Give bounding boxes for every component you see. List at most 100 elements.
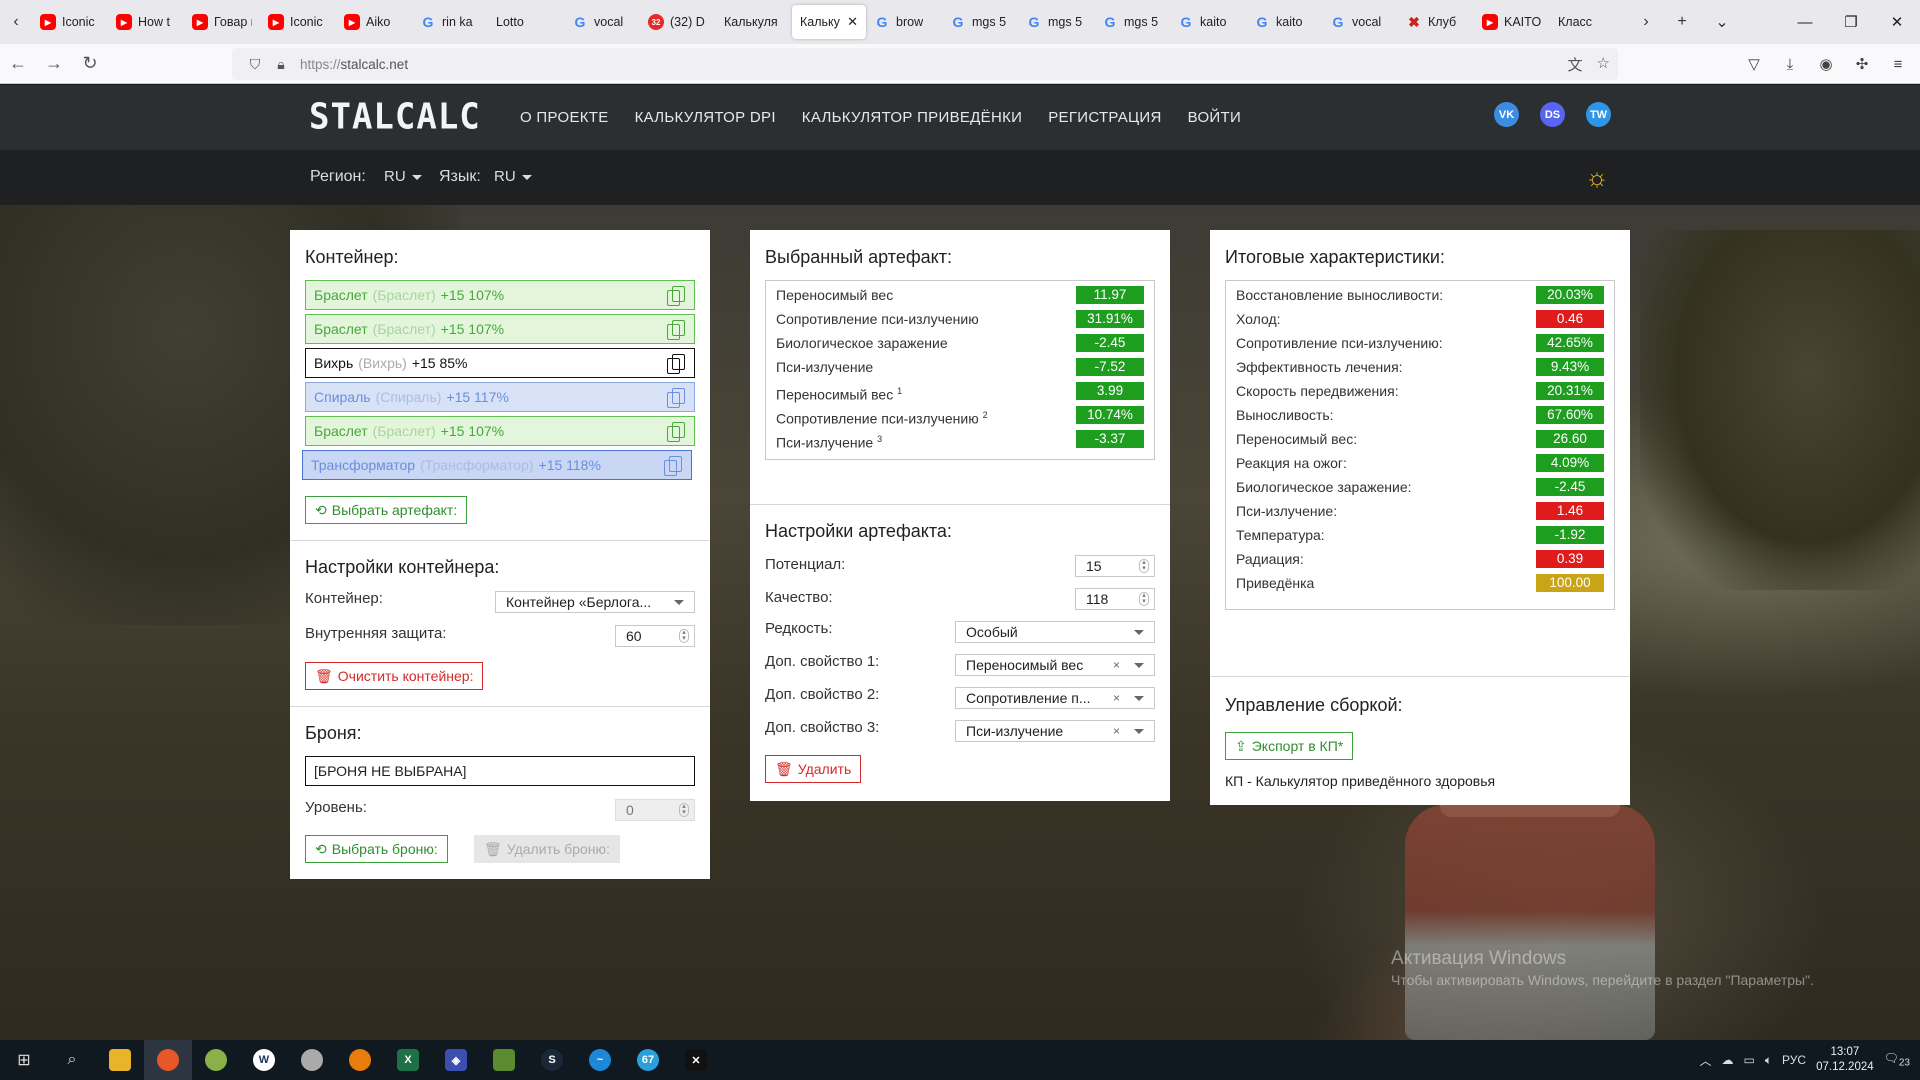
- browser-tab[interactable]: Gkaito: [1170, 5, 1246, 39]
- network-icon[interactable]: ▭: [1744, 1053, 1755, 1067]
- region-select[interactable]: RU: [384, 168, 422, 185]
- game-app-icon[interactable]: [192, 1040, 240, 1080]
- browser-tab[interactable]: Gmgs 5: [942, 5, 1018, 39]
- browser-tab[interactable]: Gmgs 5: [1094, 5, 1170, 39]
- discord-icon[interactable]: DS: [1540, 102, 1565, 127]
- browser-tab[interactable]: 32 (32) D: [640, 5, 716, 39]
- rarity-select[interactable]: Особый: [955, 621, 1155, 643]
- dolphin-icon[interactable]: ~: [576, 1040, 624, 1080]
- blender-icon[interactable]: [336, 1040, 384, 1080]
- vk-icon[interactable]: VK: [1494, 102, 1519, 127]
- volume-icon[interactable]: 🔈︎: [1765, 1053, 1772, 1068]
- copy-icon[interactable]: [667, 354, 685, 374]
- capcut-icon[interactable]: ✕: [672, 1040, 720, 1080]
- restore-icon[interactable]: ❐: [1828, 0, 1874, 44]
- forward-icon[interactable]: →: [36, 46, 72, 82]
- shield-icon[interactable]: ⛉: [242, 56, 268, 73]
- potential-input[interactable]: 15 ▴ ▾: [1075, 555, 1155, 577]
- browser-tab[interactable]: ▶ KAITO: [1474, 5, 1550, 39]
- excel-icon[interactable]: X: [384, 1040, 432, 1080]
- browser-tab[interactable]: Калькуля: [716, 5, 792, 39]
- copy-icon[interactable]: [667, 422, 685, 442]
- browser-tab[interactable]: Gkaito: [1246, 5, 1322, 39]
- downloads-icon[interactable]: ⤓: [1776, 56, 1804, 73]
- browser-tab[interactable]: Gvocal: [1322, 5, 1398, 39]
- inner-protection-input[interactable]: 60 ▴ ▾: [615, 625, 695, 647]
- notifications-icon[interactable]: 🗨︎23: [1884, 1051, 1910, 1068]
- clear-x-icon[interactable]: ×: [1113, 688, 1120, 708]
- nav-about[interactable]: О ПРОЕКТЕ: [520, 109, 609, 126]
- choose-artifact-button[interactable]: ⟲ Выбрать артефакт:: [305, 496, 468, 524]
- browser-tab[interactable]: ▶ Говар воспр: [184, 5, 260, 39]
- browser-tab[interactable]: ▶ Iconic: [260, 5, 336, 39]
- tray-chevron-icon[interactable]: ︿: [1699, 1052, 1711, 1069]
- theme-toggle-sun-icon[interactable]: ☼: [1583, 163, 1611, 191]
- w-app-icon[interactable]: W: [240, 1040, 288, 1080]
- browser-tab[interactable]: Gvocal: [564, 5, 640, 39]
- browser-tab[interactable]: Кальку ✕: [792, 5, 866, 39]
- artifact-slot[interactable]: Браслет (Браслет) +15 107%: [305, 416, 695, 446]
- copy-icon[interactable]: [667, 286, 685, 306]
- new-tab-icon[interactable]: +: [1666, 0, 1698, 44]
- browser-tab[interactable]: Класс: [1550, 5, 1626, 39]
- copy-icon[interactable]: [667, 320, 685, 340]
- pocket-icon[interactable]: ▽: [1740, 55, 1768, 73]
- minecraft-icon[interactable]: [480, 1040, 528, 1080]
- clear-x-icon[interactable]: ×: [1113, 655, 1120, 675]
- close-window-icon[interactable]: ✕: [1874, 0, 1920, 44]
- artifact-slot[interactable]: Браслет (Браслет) +15 107%: [305, 314, 695, 344]
- close-tab-icon[interactable]: ✕: [847, 14, 858, 30]
- browser-tab[interactable]: ▶ How t: [108, 5, 184, 39]
- clear-x-icon[interactable]: ×: [1113, 721, 1120, 741]
- export-button[interactable]: ⇪ Экспорт в КП*: [1225, 732, 1354, 760]
- clock[interactable]: 13:07 07.12.2024: [1816, 1045, 1874, 1075]
- firefox-icon[interactable]: [144, 1040, 192, 1080]
- copy-icon[interactable]: [664, 456, 682, 476]
- browser-tab[interactable]: ✖ Клуб: [1398, 5, 1474, 39]
- onedrive-icon[interactable]: ☁: [1722, 1053, 1734, 1067]
- reload-icon[interactable]: ↻: [72, 46, 108, 82]
- level-input[interactable]: 0 ▴ ▾: [615, 799, 695, 821]
- tab-scroll-right-icon[interactable]: ›: [1630, 0, 1662, 44]
- browser-tab[interactable]: Gmgs 5: [1018, 5, 1094, 39]
- extra1-select[interactable]: Переносимый вес ×: [955, 654, 1155, 676]
- copy-icon[interactable]: [667, 388, 685, 408]
- extra2-select[interactable]: Сопротивление п... ×: [955, 687, 1155, 709]
- url-bar[interactable]: ⛉ 🔒︎ https://stalcalc.net 文 ☆: [232, 48, 1618, 80]
- delete-armor-button[interactable]: 🗑︎ Удалить броню:: [474, 835, 620, 863]
- choose-armor-button[interactable]: ⟲ Выбрать броню:: [305, 835, 448, 863]
- browser-tab[interactable]: Lotto: [488, 5, 564, 39]
- browser-tab[interactable]: Grin ka: [412, 5, 488, 39]
- tab-scroll-left-icon[interactable]: ‹: [0, 0, 32, 44]
- translate-icon[interactable]: 文: [1568, 54, 1583, 75]
- delete-artifact-button[interactable]: 🗑︎ Удалить: [765, 755, 862, 783]
- telegram-icon[interactable]: 67: [624, 1040, 672, 1080]
- bookmark-star-icon[interactable]: ☆: [1597, 54, 1610, 75]
- container-type-select[interactable]: Контейнер «Берлога...: [495, 591, 695, 613]
- extra3-select[interactable]: Пси-излучение ×: [955, 720, 1155, 742]
- app-icon[interactable]: [288, 1040, 336, 1080]
- menu-icon[interactable]: ≡: [1884, 56, 1912, 73]
- steam-icon[interactable]: S: [528, 1040, 576, 1080]
- input-language[interactable]: РУС: [1782, 1053, 1806, 1067]
- clear-container-button[interactable]: 🗑︎ Очистить контейнер:: [305, 662, 484, 690]
- twitter-icon[interactable]: TW: [1586, 102, 1611, 127]
- quality-input[interactable]: 118 ▴ ▾: [1075, 588, 1155, 610]
- nav-dpi-calculator[interactable]: КАЛЬКУЛЯТОР DPI: [635, 109, 776, 126]
- tab-list-chevron-icon[interactable]: ⌄: [1706, 0, 1738, 44]
- start-icon[interactable]: ⊞: [0, 1040, 48, 1080]
- browser-tab[interactable]: ▶ Iconic: [32, 5, 108, 39]
- nav-reduced-calculator[interactable]: КАЛЬКУЛЯТОР ПРИВЕДЁНКИ: [802, 109, 1022, 126]
- nav-register[interactable]: РЕГИСТРАЦИЯ: [1048, 109, 1161, 126]
- artifact-slot[interactable]: Трансформатор (Трансформатор) +15 118%: [302, 450, 692, 480]
- url-text[interactable]: https://stalcalc.net: [300, 57, 408, 72]
- nav-login[interactable]: ВОЙТИ: [1188, 109, 1241, 126]
- lock-icon[interactable]: 🔒︎: [268, 56, 294, 73]
- armor-field[interactable]: [БРОНЯ НЕ ВЫБРАНА]: [305, 756, 695, 786]
- extensions-icon[interactable]: ✣: [1848, 55, 1876, 73]
- artifact-slot[interactable]: Спираль (Спираль) +15 117%: [305, 382, 695, 412]
- browser-tab[interactable]: Gbrow: [866, 5, 942, 39]
- app-icon[interactable]: ◈: [432, 1040, 480, 1080]
- back-icon[interactable]: ←: [0, 46, 36, 82]
- site-logo[interactable]: STALCALC: [309, 96, 481, 138]
